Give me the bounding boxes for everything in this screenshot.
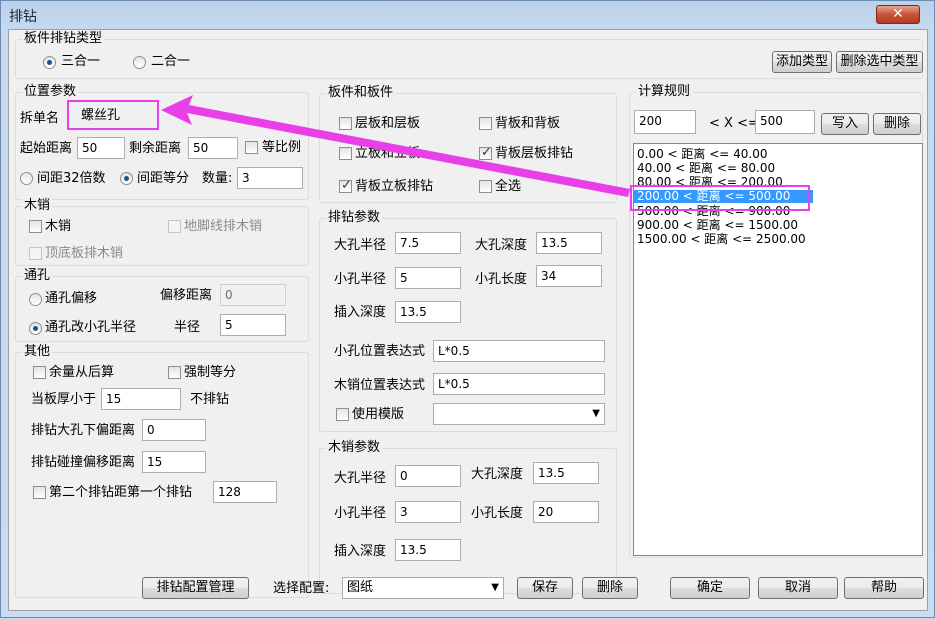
annotation-arrow-icon bbox=[161, 95, 630, 197]
arrow-shape bbox=[161, 95, 630, 197]
drill-dialog: 排钻 ✕ 板件排钻类型 三合一 二合一 添加类型 删除选中类型 位置参数 拆单名… bbox=[0, 0, 935, 618]
